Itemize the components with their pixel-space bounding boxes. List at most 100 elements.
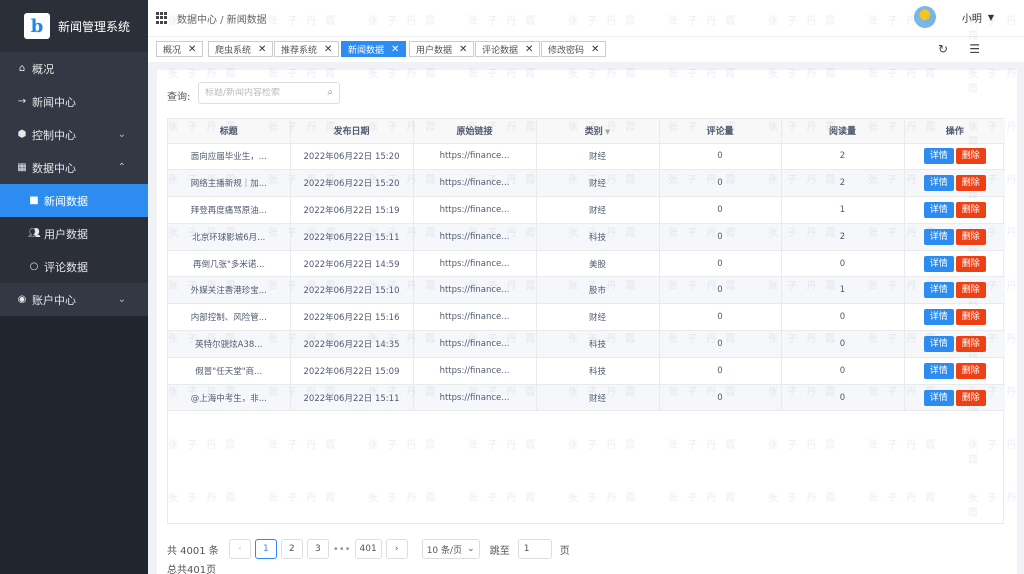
cell-title: 拜登再度痛骂原油... xyxy=(168,196,291,224)
col-header-reads: 阅读量 xyxy=(781,119,905,144)
tab-crawler[interactable]: 爬虫系统 ✕ xyxy=(208,41,274,57)
sidebar-item-data-center[interactable]: ▦ 数据中心 ⌃ xyxy=(0,151,148,184)
cell-date: 2022年06月22日 15:16 xyxy=(290,303,414,332)
sidebar-item-label: 账户中心 xyxy=(32,293,76,307)
user-name[interactable]: 小明 xyxy=(962,10,982,25)
jump-input[interactable]: 1 xyxy=(517,539,552,559)
prev-page-button[interactable]: ‹ xyxy=(228,539,251,559)
col-header-category[interactable]: 类别 ▼ xyxy=(536,119,660,144)
cell-link: https://finance... xyxy=(413,330,537,358)
app-header: b 新闻管理系统 xyxy=(0,0,148,52)
detail-button[interactable]: 详情 xyxy=(923,255,954,272)
delete-button[interactable]: 删除 xyxy=(955,255,986,272)
cell-reads: 1 xyxy=(781,276,905,305)
tag-bar: 概况 ✕ 爬虫系统 ✕ 推荐系统 ✕ 新闻数据 ✕ 用户数据 ✕ 评论数据 ✕ 修改密码 ✕ … xyxy=(148,36,1024,62)
cube-icon: ⬢ xyxy=(17,129,27,140)
tab-overview[interactable]: 概况 ✕ xyxy=(156,41,204,57)
close-icon[interactable]: ✕ xyxy=(391,44,399,55)
sidebar-item-label: 控制中心 xyxy=(32,128,76,142)
detail-button[interactable]: 详情 xyxy=(923,228,954,245)
cell-link: https://finance... xyxy=(413,303,537,332)
cell-date: 2022年06月22日 15:11 xyxy=(290,223,414,251)
page-button[interactable]: 1 xyxy=(254,539,277,559)
sidebar-item-comment-data[interactable]: ○ 评论数据 xyxy=(0,250,148,283)
users-icon: 👥︎ xyxy=(28,228,41,239)
page-button[interactable]: 2 xyxy=(280,539,303,559)
col-header-comments: 评论量 xyxy=(659,119,782,144)
col-header-actions: 操作 xyxy=(904,119,1005,144)
settings-sliders-icon[interactable]: ☰ xyxy=(969,42,980,56)
menu-toggle-icon[interactable] xyxy=(156,12,168,24)
tab-user-data[interactable]: 用户数据 ✕ xyxy=(409,41,475,57)
page-size-value: 10 条/页 xyxy=(426,545,463,556)
detail-button[interactable]: 详情 xyxy=(923,335,954,352)
col-header-link: 原始链接 xyxy=(413,119,537,144)
close-icon[interactable]: ✕ xyxy=(591,44,599,55)
cell-title: 英特尔骁炫A38... xyxy=(168,330,291,358)
tab-label: 用户数据 xyxy=(416,45,453,56)
delete-button[interactable]: 删除 xyxy=(955,335,986,352)
sidebar-item-overview[interactable]: ⌂ 概况 xyxy=(0,52,148,85)
next-page-button[interactable]: › xyxy=(385,539,408,559)
sidebar-item-control-center[interactable]: ⬢ 控制中心 ⌄ xyxy=(0,118,148,151)
delete-button[interactable]: 删除 xyxy=(955,309,986,326)
col-header-title: 标题 xyxy=(168,119,291,144)
cell-date: 2022年06月22日 15:19 xyxy=(290,196,414,224)
detail-button[interactable]: 详情 xyxy=(923,282,954,299)
search-icon[interactable]: ⌕ xyxy=(327,87,333,98)
refresh-icon[interactable]: ↻ xyxy=(938,42,948,56)
cell-date: 2022年06月22日 15:09 xyxy=(290,357,414,385)
delete-button[interactable]: 删除 xyxy=(955,228,986,245)
close-icon[interactable]: ✕ xyxy=(188,44,196,55)
user-menu[interactable]: 小明 ▼ xyxy=(913,6,994,28)
table-row: 内部控制、风险管... 2022年06月22日 15:16 https://fina… xyxy=(168,303,1005,332)
tab-recommend[interactable]: 推荐系统 ✕ xyxy=(274,41,340,57)
page-ellipsis[interactable]: ••• xyxy=(333,544,351,555)
filter-icon[interactable]: ▼ xyxy=(605,128,610,136)
detail-button[interactable]: 详情 xyxy=(923,309,954,326)
cell-title: 假冒"任天堂"商... xyxy=(168,357,291,385)
detail-button[interactable]: 详情 xyxy=(923,201,954,218)
tab-change-password[interactable]: 修改密码 ✕ xyxy=(541,41,607,57)
delete-button[interactable]: 删除 xyxy=(955,148,986,165)
delete-button[interactable]: 删除 xyxy=(955,175,986,192)
cell-comments: 0 xyxy=(659,276,782,305)
search-box[interactable]: ⌕ xyxy=(198,82,340,104)
caret-down-icon[interactable]: ▼ xyxy=(988,13,994,22)
detail-button[interactable]: 详情 xyxy=(923,362,954,379)
detail-button[interactable]: 详情 xyxy=(923,389,954,406)
page-button[interactable]: 3 xyxy=(306,539,329,559)
detail-button[interactable]: 详情 xyxy=(923,175,954,192)
avatar[interactable] xyxy=(913,6,936,28)
table-header-row: 标题 发布日期 原始链接 类别 ▼ 评论量 阅读量 操作 xyxy=(168,119,1005,144)
cell-title: 再倒几张"多米诺... xyxy=(168,250,291,278)
sidebar-item-label: 评论数据 xyxy=(44,260,88,274)
delete-button[interactable]: 删除 xyxy=(955,282,986,299)
sidebar-item-account-center[interactable]: ◉ 账户中心 ⌄ xyxy=(0,283,148,316)
cell-comments: 0 xyxy=(659,384,782,412)
table-icon: ▦ xyxy=(17,162,27,173)
delete-button[interactable]: 删除 xyxy=(955,201,986,218)
close-icon[interactable]: ✕ xyxy=(525,44,533,55)
tab-label: 爬虫系统 xyxy=(215,45,252,56)
sidebar-item-user-data[interactable]: 👥︎ 用户数据 xyxy=(0,217,148,250)
cell-category: 财经 xyxy=(536,303,660,332)
cell-reads: 0 xyxy=(781,250,905,278)
close-icon[interactable]: ✕ xyxy=(459,44,467,55)
sidebar-item-news-data[interactable]: ■ 新闻数据 xyxy=(0,184,148,217)
close-icon[interactable]: ✕ xyxy=(258,44,266,55)
tab-news-data[interactable]: 新闻数据 ✕ xyxy=(341,41,407,57)
page-button[interactable]: 401 xyxy=(354,539,382,559)
cell-title: 北京环球影城6月... xyxy=(168,223,291,251)
news-table: 标题 发布日期 原始链接 类别 ▼ 评论量 阅读量 操作 面向应届毕业生，... 2… xyxy=(167,118,1005,524)
tab-comment-data[interactable]: 评论数据 ✕ xyxy=(475,41,541,57)
sidebar-item-news-center[interactable]: → 新闻中心 xyxy=(0,85,148,118)
delete-button[interactable]: 删除 xyxy=(955,389,986,406)
search-input[interactable] xyxy=(205,88,315,98)
close-icon[interactable]: ✕ xyxy=(324,44,332,55)
delete-button[interactable]: 删除 xyxy=(955,362,986,379)
cell-comments: 0 xyxy=(659,303,782,332)
detail-button[interactable]: 详情 xyxy=(923,148,954,165)
page-size-select[interactable]: 10 条/页 ⌄ xyxy=(421,539,480,559)
col-header-date: 发布日期 xyxy=(290,119,414,144)
